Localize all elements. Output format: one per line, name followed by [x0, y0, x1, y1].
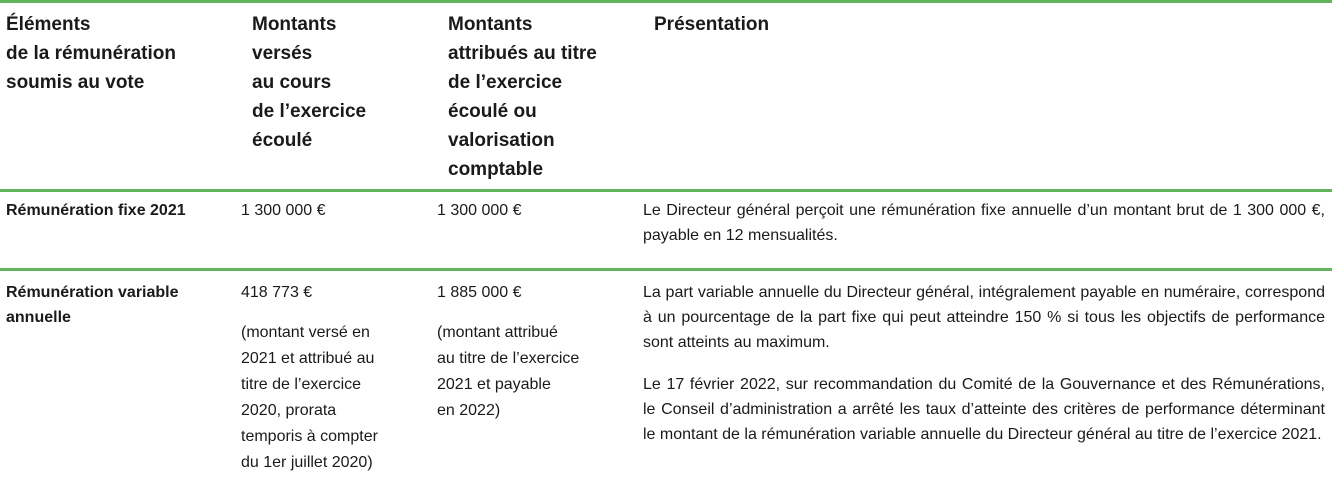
row-variable-awarded-note: (montant attribué au titre de l’exercice…: [437, 324, 580, 419]
row-divider-2: [0, 268, 1332, 271]
row-fixed-awarded: 1 300 000 €: [437, 202, 522, 219]
row-variable-awarded: 1 885 000 €: [437, 284, 522, 301]
row-variable-paid-note: (montant versé en 2021 et attribué au ti…: [241, 324, 378, 471]
header-presentation: Présentation: [654, 14, 770, 35]
row-fixed-presentation: Le Directeur général perçoit une rémunér…: [643, 202, 1325, 244]
row-fixed-element: Rémunération fixe 2021: [6, 202, 186, 219]
row-variable-presentation-2: Le 17 février 2022, sur recommandation d…: [643, 376, 1325, 443]
row-divider-1: [0, 189, 1332, 192]
header-elements: Éléments de la rémunération soumis au vo…: [6, 14, 176, 93]
row-variable-element: Rémunération variable annuelle: [6, 284, 179, 326]
row-variable-presentation-1: La part variable annuelle du Directeur g…: [643, 284, 1325, 351]
header-amounts-awarded: Montants attribués au titre de l’exercic…: [448, 14, 597, 180]
header-amounts-paid: Montants versés au cours de l’exercice é…: [252, 14, 367, 151]
header-top-rule: [0, 0, 1332, 3]
row-variable-paid: 418 773 €: [241, 284, 313, 301]
row-fixed-paid: 1 300 000 €: [241, 202, 326, 219]
